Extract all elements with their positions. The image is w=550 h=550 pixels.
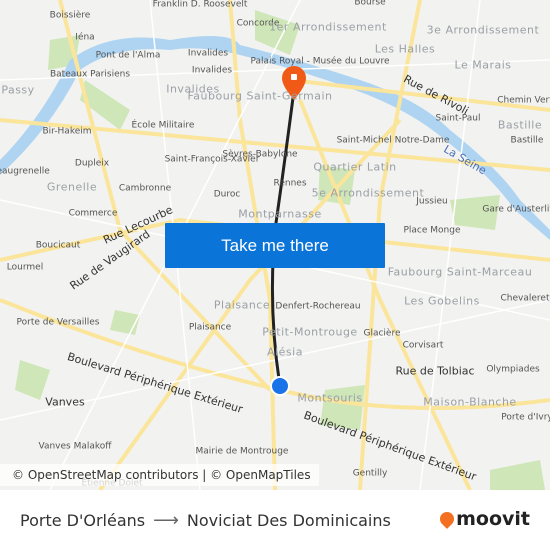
map-label: Le Marais: [454, 58, 512, 72]
origin-dot-icon: [270, 376, 290, 396]
map-label: Gentilly: [352, 468, 388, 479]
map-label: Faubourg Saint-Marceau: [387, 265, 533, 279]
map-label: Glacière: [363, 328, 401, 339]
map-label: Saint-Michel Notre-Dame: [336, 135, 450, 146]
map[interactable]: Boissière Iéna Franklin D. Roosevelt Concor…: [0, 0, 550, 490]
map-label: Bastille: [497, 118, 543, 132]
map-label: Grenelle: [46, 180, 98, 194]
map-label: 5e Arrondissement: [311, 186, 425, 200]
map-label: Porte de Versailles: [16, 317, 100, 328]
map-label: Pont de l'Alma: [95, 50, 161, 61]
route-title: Porte D'Orléans ⟶ Noviciat Des Dominicai…: [20, 510, 391, 531]
map-label: Montparnasse: [238, 207, 322, 221]
map-label: Bir-Hakeim: [42, 126, 92, 137]
map-label: Jussieu: [416, 196, 448, 207]
map-label: Passy: [1, 83, 35, 97]
map-label: Quartier Latin: [313, 160, 397, 174]
map-label: Mairie de Montrouge: [195, 446, 289, 457]
map-label: Boissière: [49, 10, 91, 21]
map-label: Vanves Malakoff: [38, 441, 112, 452]
map-label: 1er Arrondissement: [269, 20, 387, 34]
map-label: Bastille: [510, 135, 544, 146]
map-label: Porte d'Ivry: [501, 412, 550, 423]
arrow-right-icon: ⟶: [153, 509, 179, 531]
map-label: Gare d'Austerlitz: [482, 204, 550, 215]
map-label: Plaisance: [213, 298, 271, 312]
origin-name: Porte D'Orléans: [20, 510, 146, 530]
map-label: Franklin D. Roosevelt: [152, 0, 248, 10]
map-label: Bateaux Parisiens: [49, 69, 131, 80]
moovit-logo[interactable]: moovit: [437, 508, 530, 530]
take-me-there-button[interactable]: Take me there: [165, 223, 385, 268]
map-label: Duroc: [213, 189, 241, 200]
destination-name: Noviciat Des Dominicains: [186, 510, 391, 530]
map-label: Montsouris: [297, 391, 363, 405]
map-label: Saint-Paul: [435, 113, 481, 124]
map-label: Corvisart: [402, 340, 444, 351]
map-label: Rue de Tolbiac: [395, 364, 475, 378]
map-label: 3e Arrondissement: [426, 23, 540, 37]
map-label: Chemin Vert: [497, 95, 550, 106]
map-label: Denfert-Rochereau: [275, 301, 361, 312]
map-label: Rennes: [273, 178, 307, 189]
map-label: Chevaleret: [500, 293, 550, 304]
map-label: Palais Royal - Musée du Louvre: [250, 56, 390, 67]
map-label: Boucicaut: [35, 240, 81, 251]
map-label: Place Monge: [403, 225, 461, 236]
map-label: Olympiades: [486, 364, 540, 375]
map-label: Dupleix: [74, 158, 110, 169]
map-label: Plaisance: [188, 322, 232, 333]
map-label: Invalides: [187, 48, 229, 59]
map-label: Iéna: [75, 32, 95, 43]
map-label: Les Halles: [374, 42, 436, 56]
map-label: Sèvres-Babylone: [222, 149, 298, 160]
map-attribution[interactable]: © OpenStreetMap contributors | © OpenMap…: [0, 464, 319, 486]
map-label: Commerce: [68, 208, 118, 219]
map-label: Invalides: [191, 65, 233, 76]
map-label: Alésia: [267, 345, 303, 359]
map-label: Faubourg Saint-Germain: [187, 89, 333, 103]
map-label: École Militaire: [131, 120, 195, 131]
map-label: Petit-Montrouge: [262, 325, 358, 339]
map-label: Bourse: [354, 0, 386, 8]
map-label: Les Gobelins: [404, 294, 480, 308]
map-label: Maison-Blanche: [423, 395, 517, 409]
map-label: Lourmel: [6, 262, 44, 273]
map-label: Beaugrenelle: [0, 166, 50, 177]
map-label: Cambronne: [118, 183, 172, 194]
moovit-pin-icon: [437, 509, 458, 529]
map-label: Vanves: [45, 395, 85, 409]
